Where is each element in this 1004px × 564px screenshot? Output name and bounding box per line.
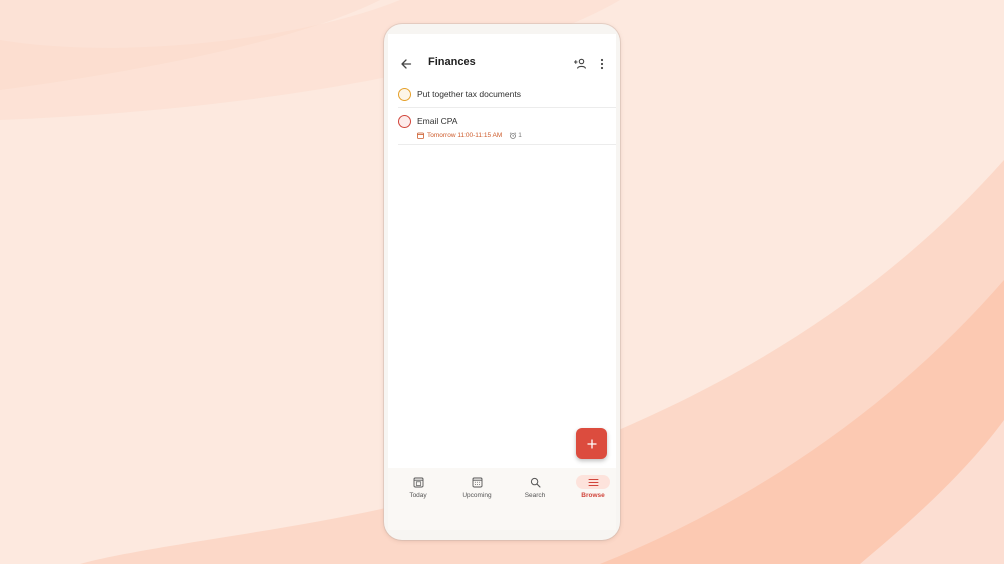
- calendar-grid-icon: [472, 477, 482, 487]
- more-vertical-icon: [600, 58, 604, 70]
- add-task-button[interactable]: [576, 428, 607, 459]
- bottom-navigation: Today Upcoming Search Browse: [388, 468, 616, 530]
- share-project-button[interactable]: [572, 56, 588, 72]
- search-icon: [530, 477, 541, 488]
- page-title: Finances: [428, 56, 476, 68]
- add-person-icon: [574, 58, 587, 69]
- task-due-info: Tomorrow 11:00-11:15 AM 1: [417, 132, 522, 139]
- task-item[interactable]: Put together tax documents: [398, 88, 616, 108]
- more-options-button[interactable]: [596, 56, 608, 72]
- alarm-icon: [510, 132, 517, 139]
- task-item[interactable]: Email CPA Tomorrow 11:00-11:15 AM 1: [398, 115, 616, 143]
- phone-frame: Finances Put together tax documents Emai…: [384, 24, 620, 540]
- task-title: Put together tax documents: [417, 89, 521, 99]
- task-checkbox[interactable]: [398, 115, 411, 128]
- task-title: Email CPA: [417, 116, 458, 126]
- reminder-indicator: 1: [509, 132, 522, 139]
- nav-label: Today: [409, 492, 427, 499]
- task-checkbox[interactable]: [398, 88, 411, 101]
- nav-item-search[interactable]: Search: [512, 475, 558, 505]
- nav-label: Upcoming: [462, 492, 492, 499]
- calendar-today-icon: [413, 477, 423, 487]
- due-date-text: Tomorrow 11:00-11:15 AM: [427, 132, 503, 139]
- app-screen: Finances Put together tax documents Emai…: [388, 34, 616, 530]
- divider: [398, 144, 616, 145]
- divider: [398, 107, 616, 108]
- nav-label: Search: [524, 492, 546, 499]
- reminder-count: 1: [518, 132, 522, 139]
- top-app-bar: Finances: [388, 52, 616, 76]
- calendar-icon: [417, 132, 424, 139]
- plus-icon: [586, 438, 597, 449]
- nav-item-upcoming[interactable]: Upcoming: [454, 475, 500, 505]
- menu-icon: [588, 478, 598, 486]
- nav-item-browse[interactable]: Browse: [570, 475, 616, 505]
- nav-item-today[interactable]: Today: [395, 475, 441, 505]
- back-button[interactable]: [398, 56, 414, 72]
- nav-label: Browse: [581, 492, 605, 499]
- arrow-left-icon: [401, 59, 412, 69]
